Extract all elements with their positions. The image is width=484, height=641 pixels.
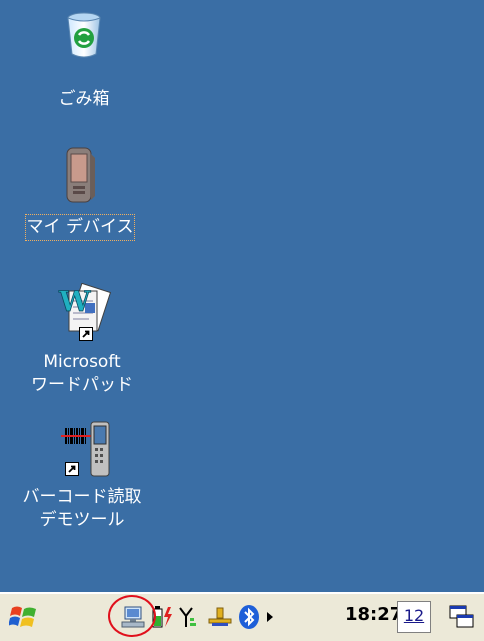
desktop-icon-label-line-2: デモツール <box>39 510 125 530</box>
network-icon <box>121 606 145 628</box>
desktop-icon-barcode-demo[interactable]: バーコード読取 デモツール <box>4 418 160 532</box>
tray-battery-button[interactable] <box>150 603 174 631</box>
taskbar: 18:27 12 <box>0 592 484 641</box>
show-desktop-icon <box>449 605 474 628</box>
input-panel-button[interactable]: 12 <box>397 601 431 633</box>
desktop-icon-label-line-1: Microsoft <box>43 352 121 372</box>
windows-flag-icon <box>9 606 36 627</box>
desktop-icon-my-device[interactable]: マイ デバイス <box>14 144 146 241</box>
tray-bluetooth-button[interactable] <box>236 603 262 631</box>
barcode-scanner-icon <box>61 421 110 477</box>
recycle-bin-icon <box>67 12 101 58</box>
tray-expand-button[interactable] <box>264 606 276 628</box>
svg-text:W: W <box>58 285 91 318</box>
signal-antenna-icon <box>179 607 196 627</box>
taskbar-clock[interactable]: 18:27 <box>345 604 402 625</box>
tray-network-button[interactable] <box>118 603 148 631</box>
desktop-icon-recycle-bin[interactable]: ごみ箱 <box>44 8 124 111</box>
desktop-icon-label: マイ デバイス <box>24 214 136 241</box>
bluetooth-icon <box>239 605 259 629</box>
tray-expand-arrow-icon <box>267 612 273 622</box>
pda-device-icon <box>66 147 95 203</box>
desktop-icon-label-line-1: バーコード読取 <box>22 487 142 507</box>
battery-charging-icon <box>152 606 172 628</box>
desktop-icon-label: ごみ箱 <box>58 89 110 109</box>
desktop[interactable]: ごみ箱 マイ デバイス W Microsoft ワードパッド バーコード読取 デ… <box>0 0 484 592</box>
desktop-icon-label-line-2: ワードパッド <box>31 375 133 395</box>
screen: ごみ箱 マイ デバイス W Microsoft ワードパッド バーコード読取 デ… <box>0 0 484 641</box>
start-button[interactable] <box>8 600 40 634</box>
barcode-icon-wrap <box>47 418 117 480</box>
show-desktop-button[interactable] <box>446 601 478 633</box>
shortcut-arrow-icon <box>79 327 93 341</box>
desktop-icon-wordpad[interactable]: W Microsoft ワードパッド <box>20 283 144 397</box>
shortcut-arrow-icon <box>65 462 79 476</box>
tray-usb-button[interactable] <box>206 603 234 631</box>
usb-connection-icon <box>208 607 232 626</box>
tray-signal-button[interactable] <box>176 603 204 631</box>
wordpad-icon-wrap: W <box>49 283 115 345</box>
